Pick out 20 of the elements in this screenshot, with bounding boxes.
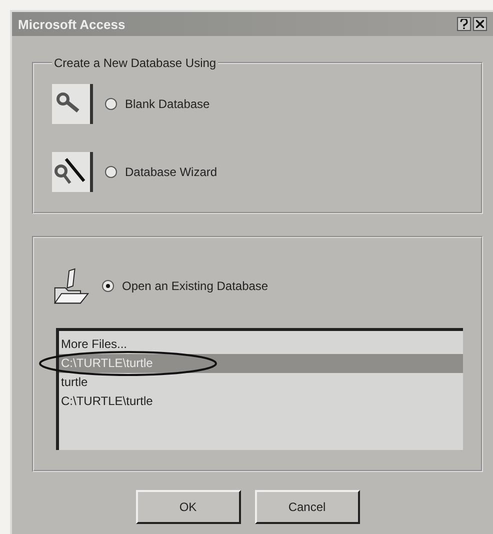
radio-button[interactable] — [105, 166, 117, 178]
close-button[interactable] — [473, 17, 487, 31]
radio-option[interactable]: Database Wizard — [105, 165, 218, 179]
radio-button[interactable] — [102, 280, 114, 292]
close-icon — [476, 20, 484, 28]
ok-button[interactable]: OK — [136, 490, 240, 524]
group-title: Create a New Database Using — [53, 56, 218, 70]
radio-button[interactable] — [105, 98, 117, 110]
file-list-item[interactable]: C:\TURTLE\turtle — [59, 392, 463, 411]
file-list[interactable]: More Files... C:\TURTLE\turtle turtle C:\TURTLE\turtle — [56, 328, 463, 450]
cancel-button[interactable]: Cancel — [254, 490, 360, 524]
file-list-item[interactable]: turtle — [59, 373, 463, 392]
radio-option[interactable]: Blank Database — [105, 97, 210, 111]
window-title: Microsoft Access — [18, 16, 126, 32]
option-label: Blank Database — [125, 97, 210, 111]
file-list-item[interactable]: More Files... — [59, 335, 463, 354]
open-folder-icon — [52, 266, 90, 306]
option-label: Database Wizard — [125, 165, 218, 179]
help-icon — [460, 19, 468, 29]
help-button[interactable] — [457, 17, 471, 31]
